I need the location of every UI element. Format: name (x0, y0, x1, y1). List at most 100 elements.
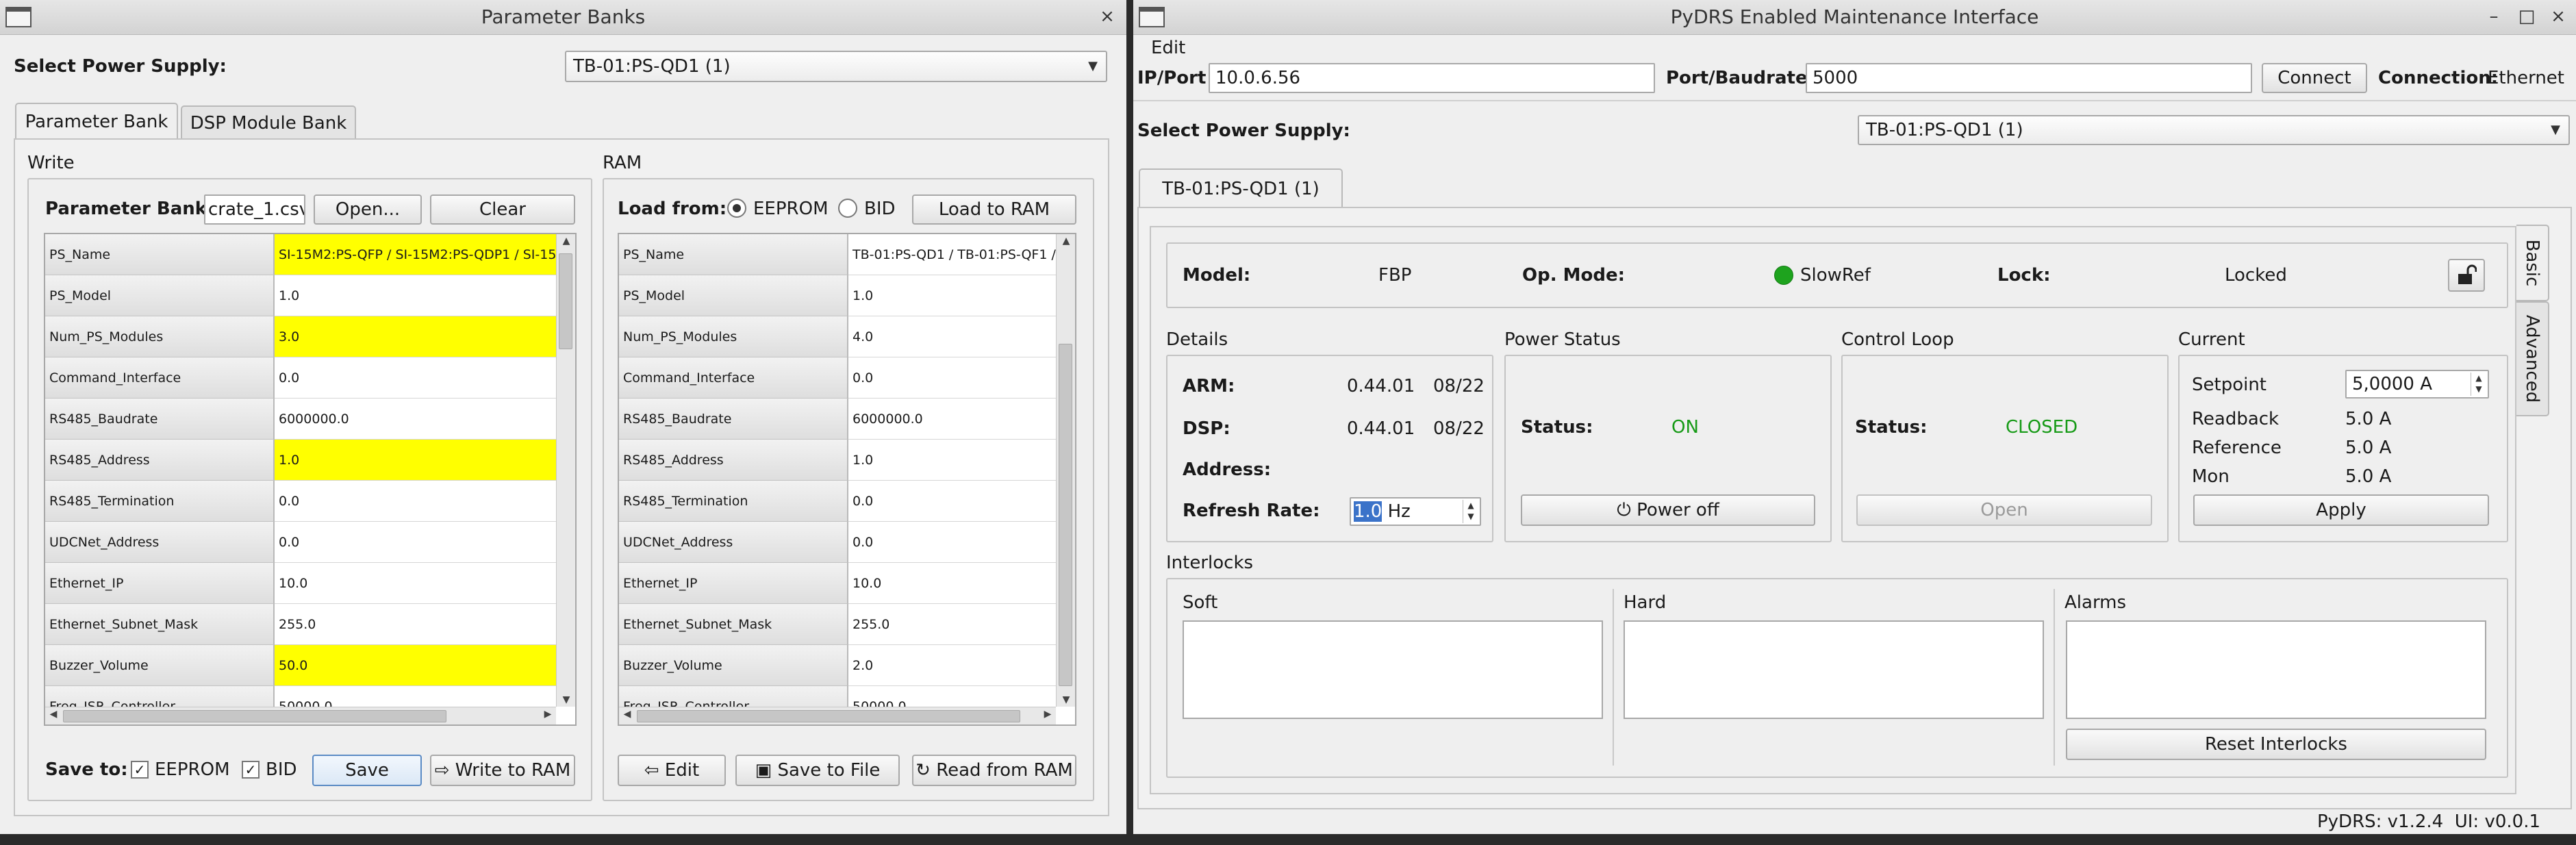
power-off-button[interactable]: ⏻ Power off (1521, 494, 1815, 526)
table-row[interactable]: Num_PS_Modules 3.0 (45, 316, 556, 357)
refresh-rate-spinbox[interactable]: 1.0 Hz ▲ ▼ (1350, 497, 1481, 526)
open-loop-button[interactable]: Open (1856, 494, 2152, 526)
row-value[interactable]: 2.0 (848, 645, 1056, 686)
connect-button[interactable]: Connect (2262, 63, 2367, 93)
scroll-thumb[interactable] (1059, 344, 1072, 686)
scroll-thumb[interactable] (637, 710, 1020, 722)
power-supply-select[interactable]: TB-01:PS-QD1 (1) ▼ (1858, 115, 2570, 145)
table-row[interactable]: UDCNet_Address 0.0 (45, 522, 556, 563)
load-bid-radio[interactable] (838, 199, 857, 218)
unlock-button[interactable] (2448, 259, 2485, 292)
spin-arrows-icon[interactable]: ▲ ▼ (1463, 500, 1478, 523)
table-row[interactable]: RS485_Termination 0.0 (45, 481, 556, 522)
port-baudrate-field[interactable]: 5000 (1806, 63, 2252, 93)
scroll-down-icon[interactable]: ▼ (1058, 694, 1074, 705)
scroll-thumb[interactable] (63, 710, 446, 722)
table-row[interactable]: RS485_Termination 0.0 (619, 481, 1056, 522)
soft-interlocks-list[interactable] (1183, 620, 1603, 719)
row-value[interactable]: 4.0 (848, 316, 1056, 357)
menu-edit[interactable]: Edit (1151, 34, 1185, 62)
table-row[interactable]: UDCNet_Address 0.0 (619, 522, 1056, 563)
row-value[interactable]: SI-15M2:PS-QFP / SI-15M2:PS-QDP1 / SI-15… (275, 234, 556, 275)
scroll-left-icon[interactable]: ◀ (619, 709, 635, 720)
scroll-left-icon[interactable]: ◀ (45, 709, 62, 720)
scroll-up-icon[interactable]: ▲ (558, 236, 574, 247)
row-value[interactable]: 6000000.0 (848, 399, 1056, 440)
load-eeprom-radio[interactable] (727, 199, 746, 218)
edit-button[interactable]: ⇦ Edit (618, 755, 726, 786)
write-to-ram-button[interactable]: ⇨ Write to RAM (430, 755, 575, 786)
spin-arrows-icon[interactable]: ▲ ▼ (2471, 373, 2486, 396)
power-supply-select[interactable]: TB-01:PS-QD1 (1) ▼ (565, 51, 1107, 82)
row-value[interactable]: 1.0 (275, 275, 556, 316)
row-value[interactable]: 0.0 (275, 481, 556, 522)
ip-port-field[interactable]: 10.0.6.56 (1209, 63, 1655, 93)
table-row[interactable]: Command_Interface 0.0 (619, 357, 1056, 399)
table-row[interactable]: Ethernet_IP 10.0 (619, 563, 1056, 604)
row-value[interactable]: TB-01:PS-QD1 / TB-01:PS-QF1 / TB-01:PS (848, 234, 1056, 275)
tab-advanced[interactable]: Advanced (2516, 301, 2549, 416)
row-value[interactable]: 255.0 (848, 604, 1056, 645)
load-to-ram-button[interactable]: Load to RAM (912, 194, 1076, 225)
table-row[interactable]: Ethernet_Subnet_Mask 255.0 (45, 604, 556, 645)
save-button[interactable]: Save (312, 755, 422, 786)
hard-interlocks-list[interactable] (1624, 620, 2044, 719)
scroll-right-icon[interactable]: ▶ (1039, 709, 1056, 720)
scroll-down-icon[interactable]: ▼ (558, 694, 574, 705)
ram-table-vertical-scrollbar[interactable]: ▲ ▼ (1056, 234, 1075, 707)
scroll-up-icon[interactable]: ▲ (1058, 236, 1074, 247)
table-row[interactable]: Num_PS_Modules 4.0 (619, 316, 1056, 357)
table-row[interactable]: Ethernet_IP 10.0 (45, 563, 556, 604)
row-value[interactable]: 0.0 (275, 357, 556, 399)
open-button[interactable]: Open... (314, 194, 422, 225)
write-table-vertical-scrollbar[interactable]: ▲ ▼ (556, 234, 575, 707)
close-icon[interactable]: × (2545, 0, 2572, 34)
table-row[interactable]: PS_Name SI-15M2:PS-QFP / SI-15M2:PS-QDP1 … (45, 234, 556, 275)
row-value[interactable]: 1.0 (275, 440, 556, 481)
setpoint-spinbox[interactable]: 5,0000 A ▲ ▼ (2345, 370, 2489, 399)
tab-basic[interactable]: Basic (2516, 225, 2549, 301)
table-row[interactable]: RS485_Baudrate 6000000.0 (619, 399, 1056, 440)
table-row[interactable]: Ethernet_Subnet_Mask 255.0 (619, 604, 1056, 645)
table-row[interactable]: Buzzer_Volume 2.0 (619, 645, 1056, 686)
apply-button[interactable]: Apply (2193, 494, 2489, 526)
row-value[interactable]: 6000000.0 (275, 399, 556, 440)
ram-table-horizontal-scrollbar[interactable]: ◀ ▶ (619, 707, 1056, 724)
alarms-list[interactable] (2066, 620, 2486, 719)
table-row[interactable]: Buzzer_Volume 50.0 (45, 645, 556, 686)
minimize-icon[interactable]: – (2480, 0, 2508, 34)
table-row[interactable]: RS485_Address 1.0 (45, 440, 556, 481)
reset-interlocks-button[interactable]: Reset Interlocks (2066, 729, 2486, 760)
bank-file-field[interactable]: crate_1.csv (204, 194, 305, 225)
row-value[interactable]: 50.0 (275, 645, 556, 686)
tab-dsp-module-bank[interactable]: DSP Module Bank (181, 105, 356, 140)
read-from-ram-button[interactable]: ↻ Read from RAM (912, 755, 1076, 786)
close-icon[interactable]: × (1094, 0, 1121, 34)
row-value[interactable]: 0.0 (275, 522, 556, 563)
tab-device[interactable]: TB-01:PS-QD1 (1) (1139, 168, 1343, 208)
row-value[interactable]: 255.0 (275, 604, 556, 645)
table-row[interactable]: PS_NameTB-01:PS-QD1 / TB-01:PS-QF1 / TB-… (619, 234, 1056, 275)
row-value[interactable]: 0.0 (848, 357, 1056, 399)
save-bid-checkbox[interactable]: ✓ (242, 761, 260, 779)
row-value[interactable]: 0.0 (848, 481, 1056, 522)
tab-parameter-bank[interactable]: Parameter Bank (15, 103, 178, 140)
save-eeprom-checkbox[interactable]: ✓ (131, 761, 149, 779)
table-row[interactable]: Command_Interface 0.0 (45, 357, 556, 399)
maximize-icon[interactable]: □ (2513, 0, 2540, 34)
row-value[interactable]: 3.0 (275, 316, 556, 357)
scroll-thumb[interactable] (559, 253, 572, 349)
clear-button[interactable]: Clear (430, 194, 575, 225)
table-row[interactable]: PS_Model 1.0 (45, 275, 556, 316)
row-value[interactable]: 10.0 (275, 563, 556, 604)
table-row[interactable]: RS485_Address 1.0 (619, 440, 1056, 481)
row-value[interactable]: 1.0 (848, 275, 1056, 316)
row-value[interactable]: 10.0 (848, 563, 1056, 604)
row-value[interactable]: 0.0 (848, 522, 1056, 563)
ram-parameter-table[interactable]: PS_NameTB-01:PS-QD1 / TB-01:PS-QF1 / TB-… (618, 233, 1076, 726)
row-value[interactable]: 1.0 (848, 440, 1056, 481)
table-row[interactable]: RS485_Baudrate 6000000.0 (45, 399, 556, 440)
save-to-file-button[interactable]: ▣ Save to File (735, 755, 900, 786)
table-row[interactable]: PS_Model 1.0 (619, 275, 1056, 316)
write-table-horizontal-scrollbar[interactable]: ◀ ▶ (45, 707, 556, 724)
